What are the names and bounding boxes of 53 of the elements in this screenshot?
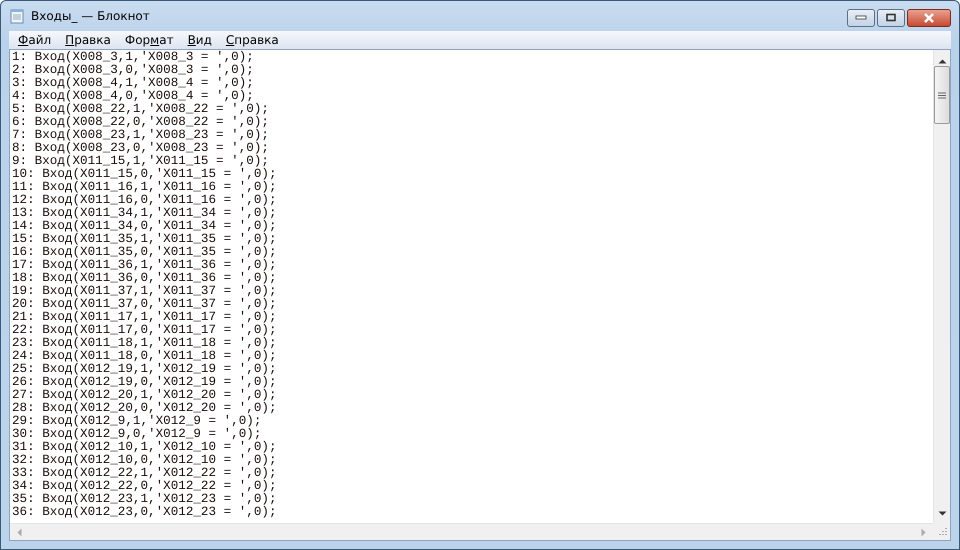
text-line: 1: Вход(X008_3,1,'X008_3 = ',0); xyxy=(12,51,255,64)
scroll-down-icon[interactable] xyxy=(938,511,946,517)
maximize-icon xyxy=(885,13,897,23)
text-line: 16: Вход(X011_35,0,'X011_35 = ',0); xyxy=(12,246,278,259)
maximize-button[interactable] xyxy=(877,9,905,27)
text-line: 29: Вход(X012_9,1,'X012_9 = ',0); xyxy=(12,415,262,428)
text-line: 31: Вход(X012_10,1,'X012_10 = ',0); xyxy=(12,441,278,454)
text-line: 21: Вход(X011_17,1,'X011_17 = ',0); xyxy=(12,311,278,324)
minimize-button[interactable] xyxy=(847,9,875,27)
text-line: 5: Вход(X008_22,1,'X008_22 = ',0); xyxy=(12,103,270,116)
text-line: 22: Вход(X011_17,0,'X011_17 = ',0); xyxy=(12,324,278,337)
notepad-icon xyxy=(9,8,25,24)
text-line: 15: Вход(X011_35,1,'X011_35 = ',0); xyxy=(12,233,278,246)
menu-item[interactable]: Формат xyxy=(118,33,181,47)
menu-item[interactable]: Файл xyxy=(11,33,58,47)
scroll-thumb[interactable] xyxy=(934,66,950,124)
text-line: 7: Вход(X008_23,1,'X008_23 = ',0); xyxy=(12,129,270,142)
text-line: 27: Вход(X012_20,1,'X012_20 = ',0); xyxy=(12,389,278,402)
menu-item[interactable]: Вид xyxy=(180,33,219,47)
close-icon xyxy=(923,13,935,23)
text-line: 18: Вход(X011_36,0,'X011_36 = ',0); xyxy=(12,272,278,285)
text-line: 34: Вход(X012_22,0,'X012_22 = ',0); xyxy=(12,480,278,493)
window-title: Входы_ — Блокнот xyxy=(31,9,151,23)
text-line: 24: Вход(X011_18,0,'X011_18 = ',0); xyxy=(12,350,278,363)
vertical-scrollbar[interactable] xyxy=(933,50,950,523)
text-line: 17: Вход(X011_36,1,'X011_36 = ',0); xyxy=(12,259,278,272)
text-line: 36: Вход(X012_23,0,'X012_23 = ',0); xyxy=(12,506,278,519)
text-line: 14: Вход(X011_34,0,'X011_34 = ',0); xyxy=(12,220,278,233)
text-line: 30: Вход(X012_9,0,'X012_9 = ',0); xyxy=(12,428,262,441)
text-line: 23: Вход(X011_18,1,'X011_18 = ',0); xyxy=(12,337,278,350)
text-line: 2: Вход(X008_3,0,'X008_3 = ',0); xyxy=(12,64,255,77)
text-line: 32: Вход(X012_10,0,'X012_10 = ',0); xyxy=(12,454,278,467)
text-line: 13: Вход(X011_34,1,'X011_34 = ',0); xyxy=(12,207,278,220)
text-line: 28: Вход(X012_20,0,'X012_20 = ',0); xyxy=(12,402,278,415)
text-line: 9: Вход(X011_15,1,'X011_15 = ',0); xyxy=(12,155,269,168)
close-button[interactable] xyxy=(907,9,951,27)
text-line: 4: Вход(X008_4,0,'X008_4 = ',0); xyxy=(12,90,254,103)
text-line: 10: Вход(X011_15,0,'X011_15 = ',0); xyxy=(12,168,278,181)
menu-item[interactable]: Правка xyxy=(58,33,118,47)
text-line: 20: Вход(X011_37,0,'X011_37 = ',0); xyxy=(12,298,278,311)
text-line: 19: Вход(X011_37,1,'X011_37 = ',0); xyxy=(12,285,278,298)
text-line: 3: Вход(X008_4,1,'X008_4 = ',0); xyxy=(12,77,255,90)
text-line: 8: Вход(X008_23,0,'X008_23 = ',0); xyxy=(12,142,270,155)
scroll-up-icon[interactable] xyxy=(938,58,946,64)
menu-item[interactable]: Справка xyxy=(218,33,286,47)
text-line: 25: Вход(X012_19,1,'X012_19 = ',0); xyxy=(12,363,278,376)
text-line: 11: Вход(X011_16,1,'X011_16 = ',0); xyxy=(12,181,278,194)
text-line: 12: Вход(X011_16,0,'X011_16 = ',0); xyxy=(12,194,278,207)
minimize-icon xyxy=(855,15,867,21)
text-line: 33: Вход(X012_22,1,'X012_22 = ',0); xyxy=(12,467,278,480)
text-line: 26: Вход(X012_19,0,'X012_19 = ',0); xyxy=(12,376,278,389)
text-line: 6: Вход(X008_22,0,'X008_22 = ',0); xyxy=(12,116,270,129)
text-line: 35: Вход(X012_23,1,'X012_23 = ',0); xyxy=(12,493,278,506)
